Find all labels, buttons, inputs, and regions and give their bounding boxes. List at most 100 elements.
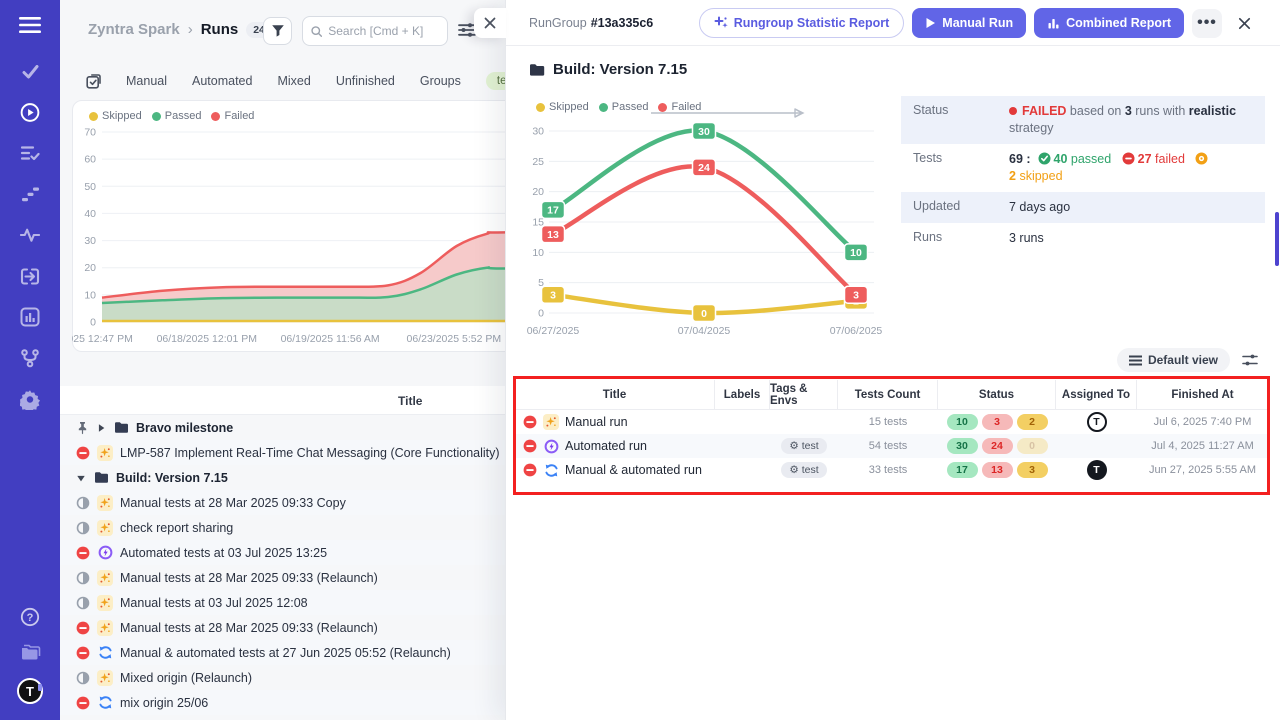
failed-status-icon [76,621,90,635]
svg-text:0: 0 [90,317,96,329]
tab-groups[interactable]: Groups [420,74,461,88]
search-input[interactable] [328,24,439,38]
run-title: Mixed origin (Relaunch) [120,671,252,685]
close-icon [1238,17,1251,30]
svg-text:17/2025 12:47 PM: 17/2025 12:47 PM [72,333,133,345]
gear-icon[interactable] [20,389,40,409]
tab-manual[interactable]: Manual [126,74,167,88]
runs-table-row[interactable]: Manual & automated run⚙test33 tests17133… [515,458,1268,482]
labels-cell [715,410,770,434]
activity-icon[interactable] [20,225,40,245]
failed-minus-icon [1122,152,1135,165]
skipped-badge: 0 [1017,438,1048,454]
failed-status-icon [76,646,90,660]
column-finished-at: Finished At [1137,380,1268,410]
box-arrow-icon[interactable] [20,266,40,286]
status-cell: 1032 [938,410,1056,434]
drawer-scrollbar[interactable] [1275,212,1279,266]
check-icon[interactable] [20,61,40,81]
search-icon [311,25,322,38]
menu-icon[interactable] [19,16,41,34]
steps-icon[interactable] [20,184,40,204]
passed-badge: 17 [947,462,978,478]
svg-text:40: 40 [84,208,96,220]
svg-text:70: 70 [84,127,96,139]
tests-count-cell: 54 tests [838,434,938,458]
drawer-actions: Rungroup Statistic Report Manual Run Com… [699,8,1258,38]
combined-report-button[interactable]: Combined Report [1034,8,1184,38]
assigned-cell: T [1056,410,1137,434]
run-type-tabs: ManualAutomatedMixedUnfinishedGroups tes… [86,72,554,90]
pin-icon [76,421,89,435]
svg-text:13: 13 [547,229,559,241]
assigned-cell [1056,434,1137,458]
breadcrumb-app[interactable]: Zyntra Spark [88,21,180,38]
legend-dot [152,112,161,121]
svg-text:20: 20 [84,262,96,274]
failed-status-icon [76,696,90,710]
assignee-avatar[interactable]: T [1087,412,1107,432]
tests-total: 69 : [1009,152,1031,166]
svg-text:30: 30 [532,126,544,138]
partial-status-icon [76,496,90,510]
rows-icon [1129,355,1142,366]
bar-chart-icon [1047,17,1060,30]
gear-icon: ⚙ [789,440,798,452]
finished-at-cell: Jun 27, 2025 5:55 AM [1137,458,1268,482]
finished-at-cell: Jul 4, 2025 11:27 AM [1137,434,1268,458]
sparkles-plus-icon [714,16,728,30]
run-title: Automated tests at 03 Jul 2025 13:25 [120,546,327,560]
svg-text:3: 3 [853,290,859,302]
svg-text:30: 30 [84,235,96,247]
bar-chart-icon[interactable] [20,307,40,327]
table-settings-icon[interactable] [1242,353,1258,367]
list-check-icon[interactable] [20,143,40,163]
drawer-collapse-button[interactable] [474,8,506,38]
rungroup-title: RunGroup#13a335c6 [529,16,653,30]
manual-run-icon [97,595,113,611]
user-avatar[interactable]: T [17,678,43,704]
default-view-button[interactable]: Default view [1117,348,1230,372]
runs-table-row[interactable]: Manual run15 tests1032TJul 6, 2025 7:40 … [515,410,1268,434]
folders-icon[interactable] [19,643,41,662]
more-options-button[interactable]: ••• [1192,9,1222,38]
drawer-close-button[interactable] [1230,9,1258,38]
filter-button[interactable] [263,17,292,45]
svg-text:50: 50 [84,181,96,193]
column-status: Status [938,380,1056,410]
legend-item-skipped: Skipped [89,110,142,122]
runs-row: Runs 3 runs [901,223,1265,254]
run-title: Automated run [565,439,647,453]
rungroup-statistic-report-button[interactable]: Rungroup Statistic Report [699,8,905,38]
tab-unfinished[interactable]: Unfinished [336,74,395,88]
manual-run-button[interactable]: Manual Run [912,8,1026,38]
column-labels: Labels [715,380,770,410]
select-all-icon[interactable] [86,74,101,89]
manual-run-icon [543,414,559,430]
chevron-right-icon [96,423,106,433]
runs-table-row[interactable]: Automated run⚙test54 tests30240Jul 4, 20… [515,434,1268,458]
breadcrumb: Zyntra Spark › Runs 243 [88,21,278,38]
run-title: Manual tests at 28 Mar 2025 09:33 (Relau… [120,621,378,635]
gear-icon: ⚙ [789,464,798,476]
help-icon[interactable]: ? [20,607,40,627]
build-title: Build: Version 7.15 [529,61,687,78]
labels-cell [715,458,770,482]
manual-run-icon [97,495,113,511]
rungroup-drawer: RunGroup#13a335c6 Rungroup Statistic Rep… [505,0,1280,720]
mixed-run-icon [97,695,113,711]
skipped-badge: 3 [1017,462,1048,478]
tests-row: Tests 69 : 40 passed 27 failed 2 skipped [901,144,1265,192]
close-icon [484,17,496,29]
tab-mixed[interactable]: Mixed [277,74,310,88]
rungroup-info-panel: Status FAILED based on 3 runs with reali… [901,96,1265,254]
branch-icon[interactable] [20,348,40,368]
assignee-avatar[interactable]: T [1087,460,1107,480]
status-row: Status FAILED based on 3 runs with reali… [901,96,1265,144]
failed-dot-icon [1009,107,1017,115]
partial-status-icon [76,596,90,610]
manual-run-icon [97,620,113,636]
tab-automated[interactable]: Automated [192,74,252,88]
play-circle-icon[interactable] [20,102,40,122]
column-tests-count: Tests Count [838,380,938,410]
